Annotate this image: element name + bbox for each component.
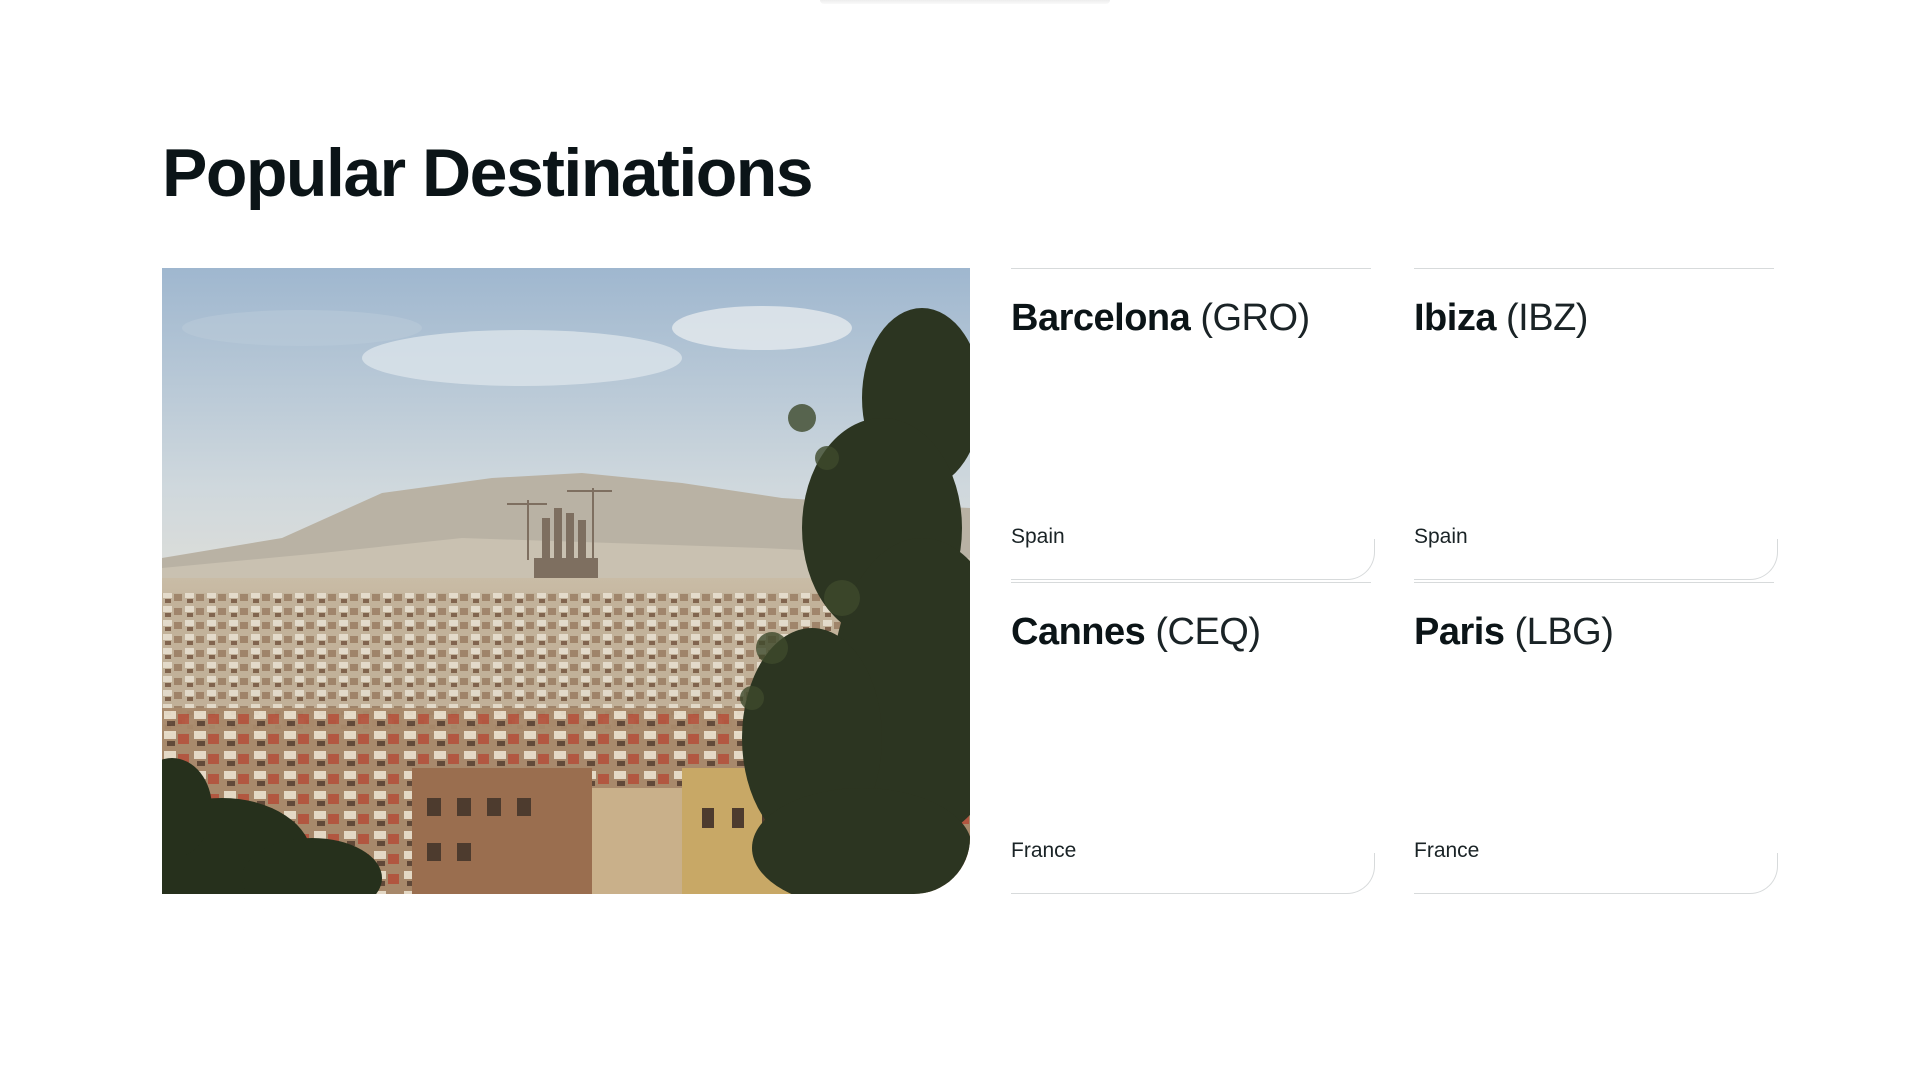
- destination-hero-image[interactable]: [162, 268, 970, 894]
- popular-destinations-section: Popular Destinations Barcelona (GRO) Spa…: [162, 0, 1780, 1081]
- destination-country: Spain: [1011, 525, 1065, 548]
- destination-title: Barcelona (GRO): [1011, 293, 1310, 343]
- destination-city: Cannes: [1011, 611, 1146, 653]
- barcelona-skyline-illustration: [162, 268, 970, 894]
- section-title: Popular Destinations: [162, 135, 814, 211]
- destination-card[interactable]: Barcelona (GRO) Spain: [1011, 267, 1377, 580]
- airport-code: (IBZ): [1506, 297, 1588, 339]
- destination-title: Paris (LBG): [1414, 607, 1614, 657]
- destination-city: Paris: [1414, 611, 1505, 653]
- airport-code: (LBG): [1514, 611, 1614, 653]
- destination-title: Ibiza (IBZ): [1414, 293, 1588, 343]
- airport-code: (GRO): [1200, 297, 1310, 339]
- destination-city: Ibiza: [1414, 297, 1496, 339]
- destination-title: Cannes (CEQ): [1011, 607, 1261, 657]
- airport-code: (CEQ): [1155, 611, 1261, 653]
- destination-country: Spain: [1414, 525, 1468, 548]
- destination-card[interactable]: Cannes (CEQ) France: [1011, 581, 1377, 894]
- destination-city: Barcelona: [1011, 297, 1191, 339]
- destination-country: France: [1414, 839, 1480, 862]
- destination-country: France: [1011, 839, 1077, 862]
- destination-card[interactable]: Ibiza (IBZ) Spain: [1414, 267, 1780, 580]
- destination-card[interactable]: Paris (LBG) France: [1414, 581, 1780, 894]
